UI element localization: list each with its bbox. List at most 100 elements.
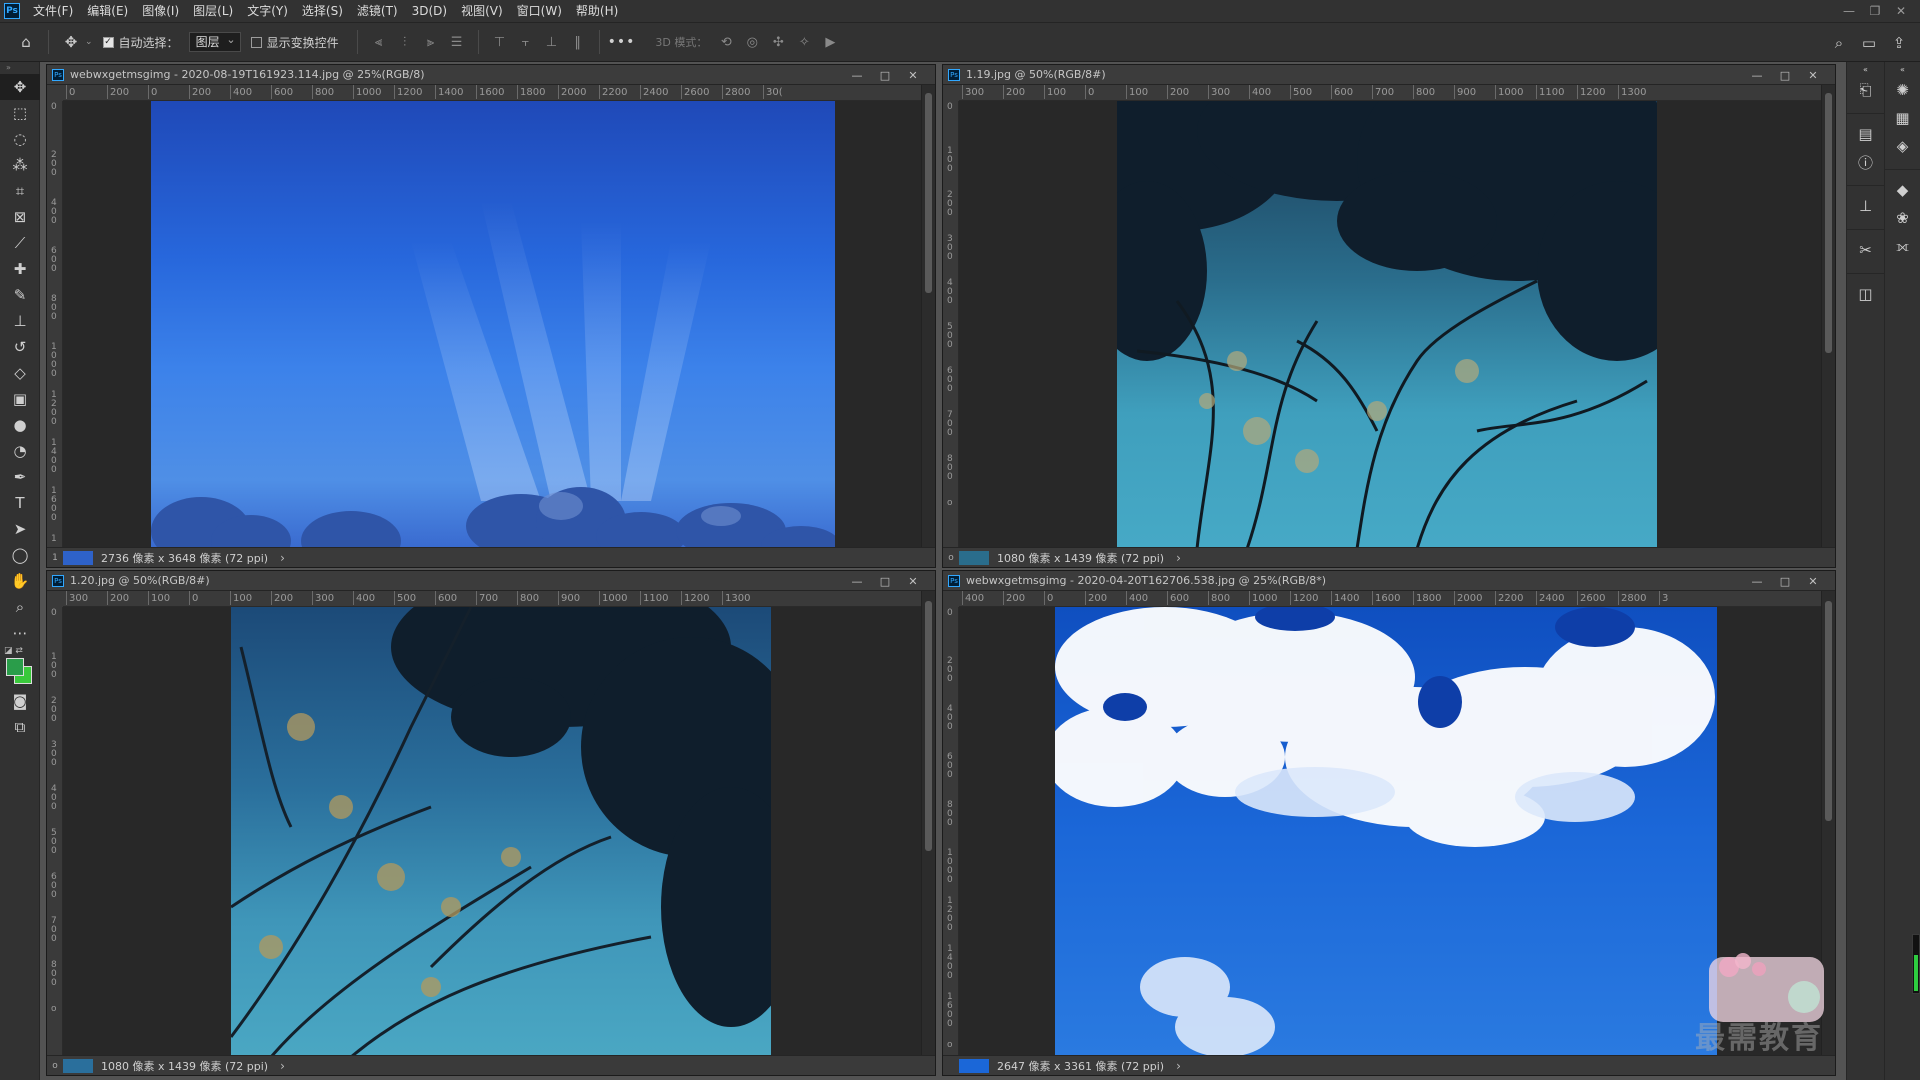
search-icon[interactable]: ⌕: [1824, 29, 1854, 57]
status-menu-arrow[interactable]: ›: [1176, 1059, 1181, 1073]
color-icon[interactable]: ✺: [1885, 76, 1920, 104]
doc-maximize-button[interactable]: □: [1771, 69, 1799, 82]
scroll-thumb[interactable]: [925, 93, 932, 293]
doc-close-button[interactable]: ✕: [899, 69, 927, 82]
menu-select[interactable]: 选择(S): [295, 0, 350, 22]
home-icon[interactable]: ⌂: [12, 28, 40, 56]
stamp-icon[interactable]: ⊥: [0, 308, 40, 334]
eraser-icon[interactable]: ◇: [0, 360, 40, 386]
scroll-thumb[interactable]: [1825, 601, 1832, 821]
horizontal-ruler[interactable]: 400 200 0 200 400 600 800 1000 1200 1400 1600 1800 2…: [959, 591, 1821, 607]
zoom-indicator[interactable]: o: [47, 1061, 63, 1071]
collapse-panels-icon[interactable]: «: [1847, 62, 1884, 76]
vertical-ruler[interactable]: 0 1 0 0 2 0 0 3 0 0 4 0 0 5 0 0 6 0 0 7 0 0 8 0 …: [943, 101, 959, 547]
vertical-scrollbar[interactable]: [921, 591, 935, 1055]
distribute-vertical-icon[interactable]: ☰: [444, 29, 470, 55]
learn-icon[interactable]: ◈: [1885, 132, 1920, 160]
default-colors-icon[interactable]: ◪ ⇄: [4, 646, 23, 656]
doc-minimize-button[interactable]: —: [1743, 69, 1771, 82]
align-bottom-icon[interactable]: ⊥: [539, 29, 565, 55]
blur-icon[interactable]: ●: [0, 412, 40, 438]
ruler-origin[interactable]: [943, 85, 959, 101]
menu-layer[interactable]: 图层(L): [186, 0, 240, 22]
gradient-icon[interactable]: ▣: [0, 386, 40, 412]
restore-button[interactable]: ❐: [1862, 4, 1888, 18]
share-icon[interactable]: ⇪: [1884, 29, 1914, 57]
vertical-scrollbar[interactable]: [921, 85, 935, 547]
doc-maximize-button[interactable]: □: [871, 575, 899, 588]
document-window-2[interactable]: Ps 1.19.jpg @ 50%(RGB/8#) — □ ✕ 300 200 10…: [942, 64, 1836, 568]
document-title-bar[interactable]: Ps 1.19.jpg @ 50%(RGB/8#) — □ ✕: [943, 65, 1835, 85]
vertical-ruler[interactable]: 0 2 0 0 4 0 0 6 0 0 8 0 0 1 0 0 0 1 2 0 0 1 4 0…: [47, 101, 63, 547]
document-title-bar[interactable]: Ps webwxgetmsgimg - 2020-04-20T162706.53…: [943, 571, 1835, 591]
auto-select-checkbox[interactable]: ✓: [102, 36, 114, 48]
document-window-3[interactable]: Ps 1.20.jpg @ 50%(RGB/8#) — □ ✕ 300 200 10…: [46, 570, 936, 1076]
move-tool-preset-icon[interactable]: ✥: [57, 28, 85, 56]
scroll-thumb[interactable]: [925, 601, 932, 851]
info-icon[interactable]: ⓘ: [1847, 148, 1884, 176]
ruler-origin[interactable]: [943, 591, 959, 607]
status-menu-arrow[interactable]: ›: [280, 1059, 285, 1073]
canvas[interactable]: [63, 101, 921, 547]
minimize-button[interactable]: —: [1836, 4, 1862, 18]
menu-view[interactable]: 视图(V): [454, 0, 510, 22]
status-menu-arrow[interactable]: ›: [1176, 551, 1181, 565]
paths-icon[interactable]: ⟗: [1885, 232, 1920, 260]
dodge-icon[interactable]: ◔: [0, 438, 40, 464]
horizontal-ruler[interactable]: 0 200 0 200 400 600 800 1000 1200 1400 1600 1800 200…: [63, 85, 921, 101]
menu-filter[interactable]: 滤镜(T): [350, 0, 405, 22]
eyedropper-icon[interactable]: ⟋: [0, 230, 40, 256]
vertical-scrollbar[interactable]: [1821, 85, 1835, 547]
document-window-1[interactable]: Ps webwxgetmsgimg - 2020-08-19T161923.11…: [46, 64, 936, 568]
zoom-indicator[interactable]: 1: [47, 553, 63, 563]
move-icon[interactable]: ✥: [0, 74, 40, 100]
canvas[interactable]: [959, 101, 1821, 547]
more-options-button[interactable]: •••: [608, 34, 636, 50]
show-transform-checkbox[interactable]: [250, 36, 262, 48]
canvas[interactable]: [959, 607, 1821, 1055]
auto-select-target-dropdown[interactable]: 图层: [188, 31, 241, 52]
3d-slide-icon[interactable]: ✧: [791, 29, 817, 55]
menu-edit[interactable]: 编辑(E): [80, 0, 135, 22]
canvas[interactable]: [63, 607, 921, 1055]
align-left-icon[interactable]: ⫷: [366, 29, 392, 55]
more-tools-icon[interactable]: ⋯: [0, 620, 40, 646]
align-vcenter-icon[interactable]: ⫟: [513, 29, 539, 55]
zoom-indicator[interactable]: o: [943, 553, 959, 563]
zoom-icon[interactable]: ⌕: [0, 594, 40, 620]
path-select-icon[interactable]: ➤: [0, 516, 40, 542]
layers-icon[interactable]: ◆: [1885, 176, 1920, 204]
collapse-panels-icon[interactable]: «: [1885, 62, 1920, 76]
3d-orbit-icon[interactable]: ⟲: [713, 29, 739, 55]
tool-presets-icon[interactable]: ✂: [1847, 236, 1884, 264]
status-menu-arrow[interactable]: ›: [280, 551, 285, 565]
doc-minimize-button[interactable]: —: [1743, 575, 1771, 588]
history-brush-icon[interactable]: ↺: [0, 334, 40, 360]
vertical-ruler[interactable]: 0 2 0 0 4 0 0 6 0 0 8 0 0 1 0 0 0 1 2 0 0 1 4 0…: [943, 607, 959, 1055]
align-top-icon[interactable]: ⊤: [487, 29, 513, 55]
quick-mask-icon[interactable]: ◙: [0, 688, 40, 714]
hand-icon[interactable]: ✋: [0, 568, 40, 594]
lasso-icon[interactable]: ◌: [0, 126, 40, 152]
menu-file[interactable]: 文件(F): [26, 0, 80, 22]
distribute-horizontal-icon[interactable]: ‖: [565, 29, 591, 55]
libraries-icon[interactable]: ◫: [1847, 280, 1884, 308]
menu-help[interactable]: 帮助(H): [569, 0, 625, 22]
foreground-color-swatch[interactable]: [6, 658, 24, 676]
3d-camera-icon[interactable]: ▶: [817, 29, 843, 55]
crop-icon[interactable]: ⌗: [0, 178, 40, 204]
horizontal-ruler[interactable]: 300 200 100 0 100 200 300 400 500 600 700 800 900 100…: [959, 85, 1821, 101]
properties-icon[interactable]: ▤: [1847, 120, 1884, 148]
vertical-ruler[interactable]: 0 1 0 0 2 0 0 3 0 0 4 0 0 5 0 0 6 0 0 7 0 0 8 0 …: [47, 607, 63, 1055]
doc-close-button[interactable]: ✕: [1799, 575, 1827, 588]
scroll-thumb[interactable]: [1825, 93, 1832, 353]
history-icon[interactable]: ⎗: [1847, 76, 1884, 104]
channels-icon[interactable]: ❀: [1885, 204, 1920, 232]
workspace-icon[interactable]: ▭: [1854, 29, 1884, 57]
doc-maximize-button[interactable]: □: [1771, 575, 1799, 588]
marquee-icon[interactable]: ⬚: [0, 100, 40, 126]
doc-close-button[interactable]: ✕: [1799, 69, 1827, 82]
type-icon[interactable]: T: [0, 490, 40, 516]
menu-window[interactable]: 窗口(W): [510, 0, 569, 22]
3d-pan-icon[interactable]: ✣: [765, 29, 791, 55]
